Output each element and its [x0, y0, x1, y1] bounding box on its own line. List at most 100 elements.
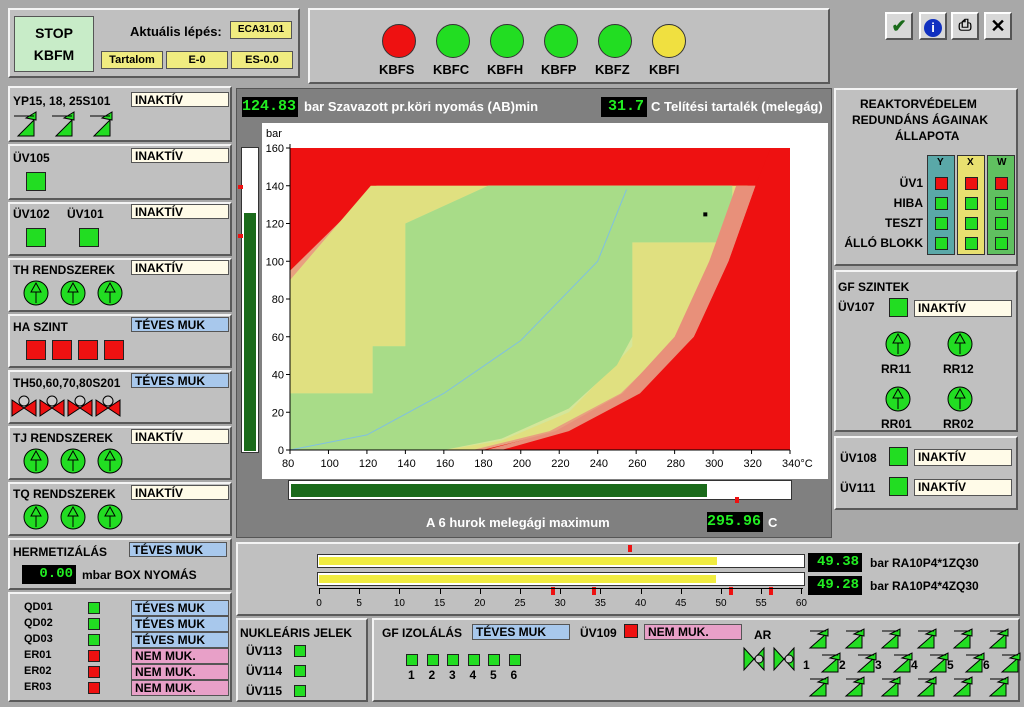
- ra10-scale-label: 45: [675, 598, 687, 609]
- tq-pump-icon-2: [60, 504, 86, 530]
- stop-kbfm-button[interactable]: STOP KBFM: [14, 16, 94, 72]
- qd-row-name: QD01: [24, 601, 53, 613]
- ra10-scale-label: 0: [316, 598, 322, 609]
- uv105-status: INAKTÍV: [131, 148, 229, 163]
- gf-valve-icon-bottom-1: [808, 676, 829, 697]
- lamp-kbfh: [490, 24, 524, 58]
- qd-row-indicator: [88, 634, 100, 646]
- es00-button[interactable]: ES-0.0: [231, 51, 293, 69]
- ha-indicator-2: [52, 340, 72, 360]
- lamp-kbfs: [382, 24, 416, 58]
- uv109-indicator: [624, 624, 638, 638]
- gf-iso-indicator: [467, 654, 480, 666]
- gf-valve-icon-bottom-3: [880, 676, 901, 697]
- gf-valve-icon-bottom-2: [844, 676, 865, 697]
- gf-szintek-panel: [834, 270, 1018, 432]
- motor-valve-icon-1: [11, 395, 37, 417]
- gf-iso-number: 4: [469, 668, 477, 682]
- gf-iso-number: 6: [510, 668, 518, 682]
- step-value: ECA31.01: [230, 21, 292, 39]
- lamp-kbfc: [436, 24, 470, 58]
- lamp-label-kbfz: KBFZ: [595, 62, 630, 77]
- tj-status: INAKTÍV: [131, 429, 229, 444]
- pt-chart: 80 100 120 140 160 180 200 220 240 260 280 300 320 34…: [262, 123, 828, 479]
- tartalom-button[interactable]: Tartalom: [101, 51, 163, 69]
- rv-row-label: HIBA: [893, 196, 923, 210]
- gf-valve-icon-bottom-5: [952, 676, 973, 697]
- check-icon[interactable]: ✔: [885, 12, 913, 40]
- uv108-label: ÜV108: [840, 451, 877, 465]
- rr-pump-icon-4: [947, 386, 973, 412]
- uv111-indicator: [889, 477, 908, 496]
- nuclear-item-indicator: [294, 685, 306, 697]
- pressure-limit-mark-2: [238, 234, 243, 238]
- rv-indicator: [995, 197, 1008, 210]
- rv-indicator: [995, 177, 1008, 190]
- ra10-scale-label: 25: [514, 598, 526, 609]
- rv-title-2: REDUNDÁNS ÁGAINAK: [852, 113, 989, 127]
- chart-y-label: bar: [266, 128, 282, 140]
- qd-row-status: NEM MUK.: [131, 664, 229, 680]
- ra10-fill-2: [319, 575, 716, 583]
- tq-title: TQ RENDSZEREK: [13, 487, 116, 501]
- e0-button[interactable]: E-0: [166, 51, 228, 69]
- chart-x-tick-label: 240: [590, 458, 608, 470]
- gf-iso-indicator: [488, 654, 500, 666]
- uv111-label: ÜV111: [840, 481, 876, 495]
- info-icon[interactable]: i: [919, 12, 947, 40]
- rv-indicator: [965, 197, 978, 210]
- rv-indicator: [965, 237, 978, 250]
- qd-row-name: QD02: [24, 617, 53, 629]
- gf-valve-icon-top-5: [952, 628, 973, 649]
- ha-title: HA SZINT: [13, 320, 68, 334]
- rr-label: RR12: [943, 362, 974, 376]
- loop-unit: C: [768, 515, 778, 530]
- ar-valves: [743, 646, 795, 672]
- ra10-scale-label: 60: [795, 598, 807, 609]
- ar-valve-icon-1: [743, 646, 765, 672]
- chart-y-tick-label: 20: [272, 407, 284, 419]
- ra10-value-1: 49.38: [808, 553, 862, 572]
- ha-indicator-3: [78, 340, 98, 360]
- close-icon[interactable]: ✕: [984, 12, 1012, 40]
- uv108-status: INAKTÍV: [914, 449, 1012, 466]
- rv-row-label: TESZT: [885, 216, 923, 230]
- stop-label: STOP: [35, 25, 73, 41]
- rv-col-header: X: [967, 157, 974, 168]
- uv109-label: ÜV109: [580, 626, 617, 640]
- gf-valve-icon-top-4: [916, 628, 937, 649]
- uv102-indicator: [26, 228, 46, 247]
- ra10-scale-label: 40: [635, 598, 647, 609]
- th-title: TH RENDSZEREK: [13, 263, 116, 277]
- yp-title: YP15, 18, 25S101: [13, 94, 111, 108]
- yp-status: INAKTÍV: [131, 92, 229, 107]
- gf-valve-number: 3: [875, 658, 882, 672]
- chart-x-tick-label: 320: [744, 458, 762, 470]
- lamp-kbfi: [652, 24, 686, 58]
- rr-pump-icon-3: [885, 386, 911, 412]
- qd-row-indicator: [88, 682, 100, 694]
- kbfm-label: KBFM: [33, 47, 75, 63]
- rr-label: RR11: [881, 362, 912, 376]
- gf-iso-title: GF IZOLÁLÁS: [382, 626, 462, 640]
- printer-icon[interactable]: ⎙: [951, 12, 979, 40]
- chart-y-tick-label: 40: [272, 370, 284, 382]
- ra10-scale-label: 55: [755, 598, 767, 609]
- gf-iso-number: 2: [428, 668, 436, 682]
- nuclear-item-label: ÜV113: [246, 644, 283, 658]
- box-pressure-value: 0.00: [22, 565, 76, 584]
- ar-label: AR: [754, 628, 772, 642]
- chart-x-tick-label: 140: [397, 458, 415, 470]
- th-pump-icon-3: [97, 280, 123, 306]
- ra10-scale-line: [319, 588, 803, 589]
- qd-row-status: NEM MUK.: [131, 680, 229, 696]
- chart-x-tick-label: 300: [705, 458, 723, 470]
- pressure-vertical-fill: [244, 213, 256, 451]
- ra10-value-2: 49.28: [808, 576, 862, 595]
- gf-iso-indicator: [508, 654, 521, 666]
- ar-valve-icon-2: [773, 646, 795, 672]
- lamp-kbfp: [544, 24, 578, 58]
- qd-row-indicator: [88, 618, 100, 630]
- gf-iso-number: 1: [408, 668, 415, 682]
- herm-title: HERMETIZÁLÁS: [13, 545, 107, 559]
